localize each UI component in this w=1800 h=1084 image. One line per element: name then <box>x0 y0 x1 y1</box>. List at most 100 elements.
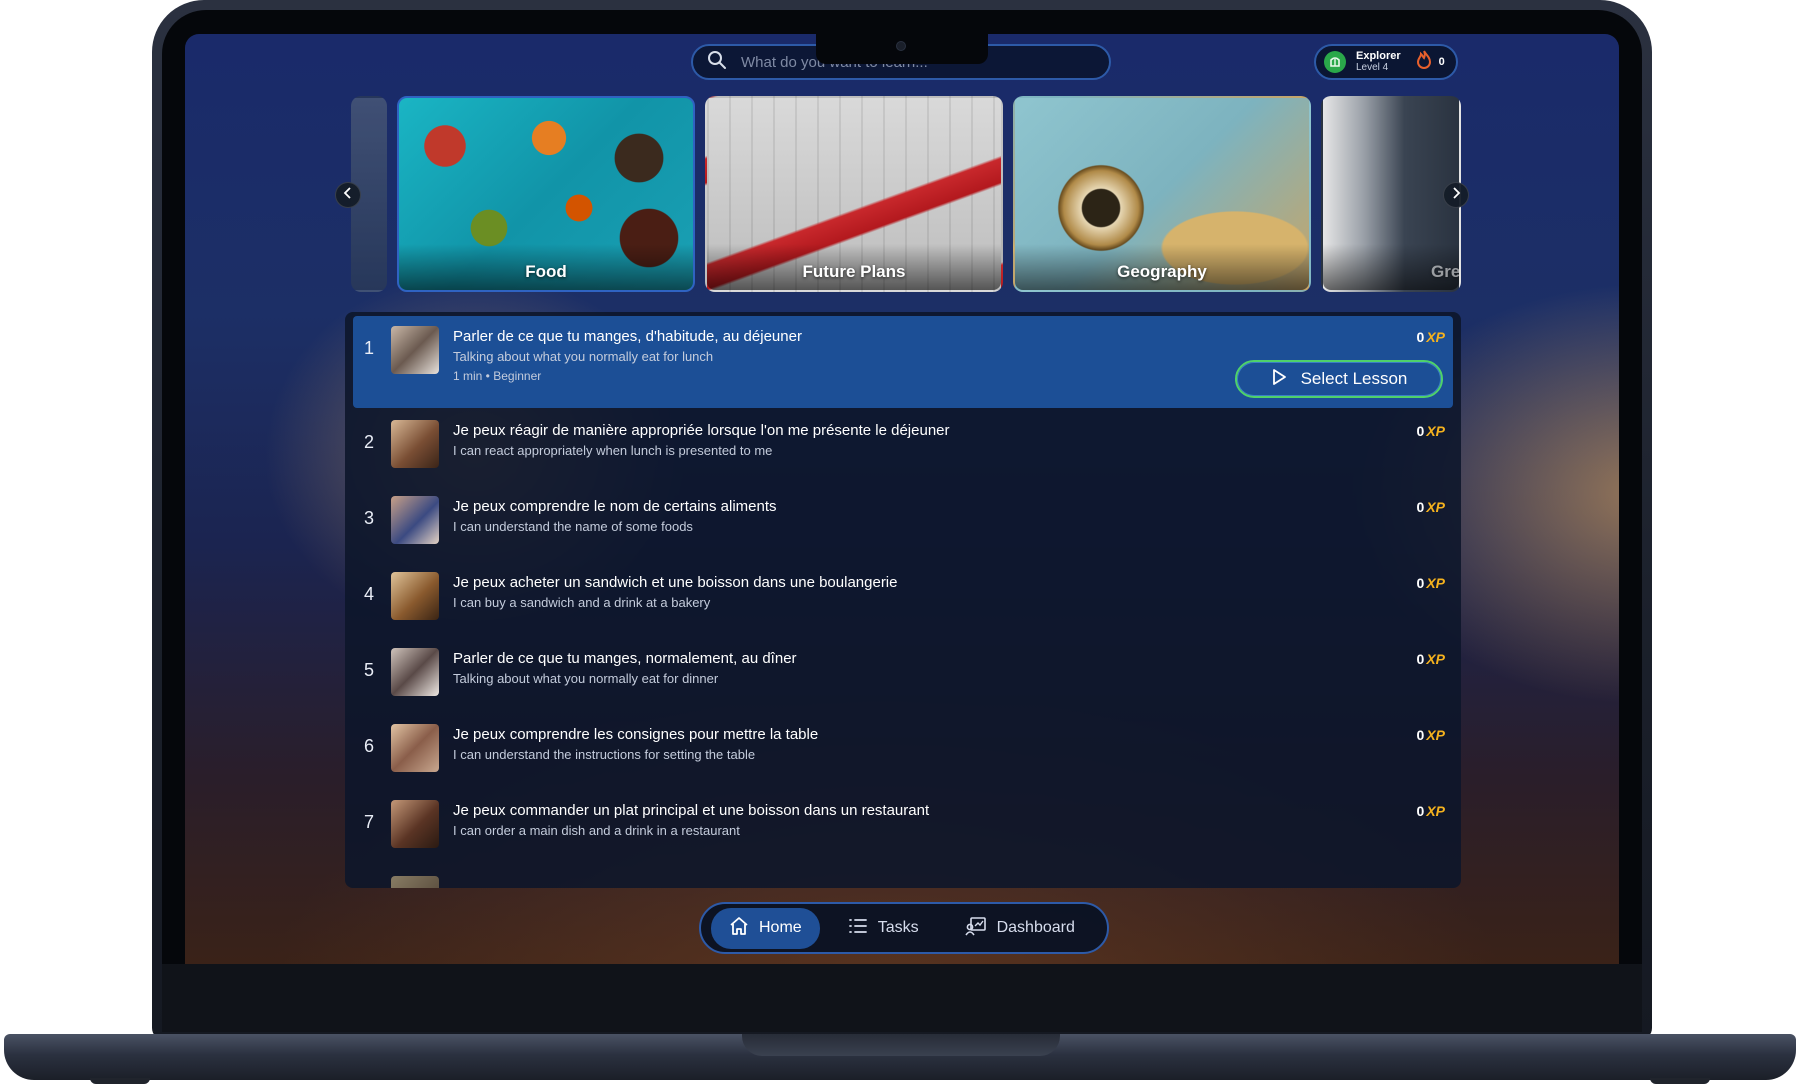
bezel-chin <box>162 964 1642 1032</box>
lesson-row-2[interactable]: 2 Je peux réagir de manière appropriée l… <box>353 410 1453 486</box>
lesson-subtitle: I can order a main dish and a drink in a… <box>453 823 740 838</box>
lesson-thumbnail <box>391 876 439 888</box>
lesson-number: 1 <box>363 338 374 358</box>
xp-value: 0 <box>1416 329 1425 345</box>
xp-value: 0 <box>1416 727 1425 743</box>
lesson-row-5[interactable]: 5 Parler de ce que tu manges, normalemen… <box>353 638 1453 714</box>
lesson-subtitle: I can understand the instructions for se… <box>453 747 756 762</box>
streak-count: 0 <box>1438 56 1445 68</box>
flame-icon <box>1415 50 1433 75</box>
lesson-number <box>353 866 385 888</box>
xp-value: 0 <box>1416 423 1425 439</box>
laptop-foot-right <box>1650 1078 1710 1084</box>
category-card-partial-right[interactable]: Gre <box>1321 96 1461 292</box>
chevron-left-icon <box>343 186 353 204</box>
nav-home[interactable]: Home <box>711 907 820 949</box>
select-lesson-button[interactable]: Select Lesson <box>1235 360 1443 398</box>
home-icon <box>729 916 749 941</box>
lesson-thumbnail <box>391 496 439 544</box>
category-label: Gre <box>1431 262 1461 281</box>
lesson-text: Je peux acheter un sandwich et une boiss… <box>453 562 1453 613</box>
xp-badge: 0 XP <box>1417 803 1445 819</box>
lesson-text: Parler de ce que tu manges, normalement,… <box>453 638 1453 689</box>
list-icon <box>848 917 868 940</box>
carousel-prev-button[interactable] <box>335 182 361 208</box>
explorer-badge-icon <box>1324 51 1346 73</box>
xp-value: 0 <box>1416 575 1425 591</box>
lesson-title: Je peux commander un plat principal et u… <box>453 802 930 819</box>
xp-unit: XP <box>1426 727 1445 743</box>
laptop-foot-left <box>90 1078 150 1084</box>
xp-badge: 0 XP <box>1417 329 1445 345</box>
nav-dashboard[interactable]: Dashboard <box>947 908 1093 949</box>
lesson-title: Parler de ce que tu manges, normalement,… <box>453 650 797 667</box>
nav-dashboard-label: Dashboard <box>996 919 1075 936</box>
app-screen: Explorer Level 4 0 Food Future Plans Geo… <box>185 34 1619 964</box>
lesson-thumbnail <box>391 326 439 374</box>
lesson-number: 4 <box>363 584 374 604</box>
lesson-subtitle: I can buy a sandwich and a drink at a ba… <box>453 595 711 610</box>
lesson-row-8-partial[interactable] <box>353 866 1453 888</box>
category-carousel: Food Future Plans Geography Gre <box>351 96 1461 292</box>
xp-value: 0 <box>1416 651 1425 667</box>
xp-value: 0 <box>1416 499 1425 515</box>
nav-tasks-label: Tasks <box>877 919 919 936</box>
lesson-subtitle: I can understand the name of some foods <box>453 519 693 534</box>
search-icon <box>707 50 727 75</box>
category-label: Geography <box>1117 262 1207 281</box>
xp-unit: XP <box>1426 651 1445 667</box>
lesson-thumbnail <box>391 572 439 620</box>
category-card-future-plans[interactable]: Future Plans <box>705 96 1003 292</box>
camera-icon <box>896 41 906 51</box>
lesson-number: 6 <box>363 736 374 756</box>
bottom-nav: Home Tasks Dashboard <box>699 902 1109 954</box>
lesson-number: 5 <box>363 660 374 680</box>
nav-tasks[interactable]: Tasks <box>830 909 937 948</box>
lesson-title: Je peux acheter un sandwich et une boiss… <box>453 574 898 591</box>
lesson-text: Je peux réagir de manière appropriée lor… <box>453 410 1453 461</box>
lesson-title: Je peux comprendre les consignes pour me… <box>453 726 819 743</box>
lesson-thumbnail <box>391 724 439 772</box>
lesson-thumbnail <box>391 648 439 696</box>
category-card-geography[interactable]: Geography <box>1013 96 1311 292</box>
carousel-next-button[interactable] <box>1443 182 1469 208</box>
category-card-food[interactable]: Food <box>397 96 695 292</box>
chevron-right-icon <box>1451 186 1461 204</box>
lesson-thumbnail <box>391 420 439 468</box>
category-label: Future Plans <box>802 262 906 281</box>
lesson-title: Je peux réagir de manière appropriée lor… <box>453 422 950 439</box>
xp-value: 0 <box>1416 803 1425 819</box>
lesson-text: Je peux comprendre les consignes pour me… <box>453 714 1453 765</box>
xp-unit: XP <box>1426 329 1445 345</box>
lesson-title: Parler de ce que tu manges, d'habitude, … <box>453 328 802 345</box>
profile-text: Explorer Level 4 <box>1356 50 1401 74</box>
lesson-subtitle: Talking about what you normally eat for … <box>453 671 719 686</box>
base-opening-notch <box>742 1034 1060 1056</box>
xp-unit: XP <box>1426 803 1445 819</box>
lesson-row-3[interactable]: 3 Je peux comprendre le nom de certains … <box>353 486 1453 562</box>
lesson-list: 1 Parler de ce que tu manges, d'habitude… <box>345 312 1461 888</box>
xp-unit: XP <box>1426 423 1445 439</box>
lesson-thumbnail <box>391 800 439 848</box>
play-icon <box>1271 368 1287 391</box>
xp-badge: 0 XP <box>1417 423 1445 439</box>
lesson-number: 3 <box>363 508 374 528</box>
profile-name: Explorer <box>1356 50 1401 62</box>
camera-notch <box>816 34 988 64</box>
xp-badge: 0 XP <box>1417 651 1445 667</box>
xp-badge: 0 XP <box>1417 575 1445 591</box>
nav-home-label: Home <box>759 919 802 936</box>
lesson-row-1[interactable]: 1 Parler de ce que tu manges, d'habitude… <box>353 316 1453 408</box>
lesson-number: 7 <box>363 812 374 832</box>
lesson-row-6[interactable]: 6 Je peux comprendre les consignes pour … <box>353 714 1453 790</box>
dashboard-icon <box>964 916 987 941</box>
xp-unit: XP <box>1426 499 1445 515</box>
profile-chip[interactable]: Explorer Level 4 0 <box>1314 44 1458 80</box>
xp-badge: 0 XP <box>1417 499 1445 515</box>
lesson-row-4[interactable]: 4 Je peux acheter un sandwich et une boi… <box>353 562 1453 638</box>
xp-unit: XP <box>1426 575 1445 591</box>
lesson-subtitle: I can react appropriately when lunch is … <box>453 443 773 458</box>
lesson-row-7[interactable]: 7 Je peux commander un plat principal et… <box>353 790 1453 866</box>
lesson-text: Je peux commander un plat principal et u… <box>453 790 1453 841</box>
select-lesson-label: Select Lesson <box>1300 369 1408 388</box>
